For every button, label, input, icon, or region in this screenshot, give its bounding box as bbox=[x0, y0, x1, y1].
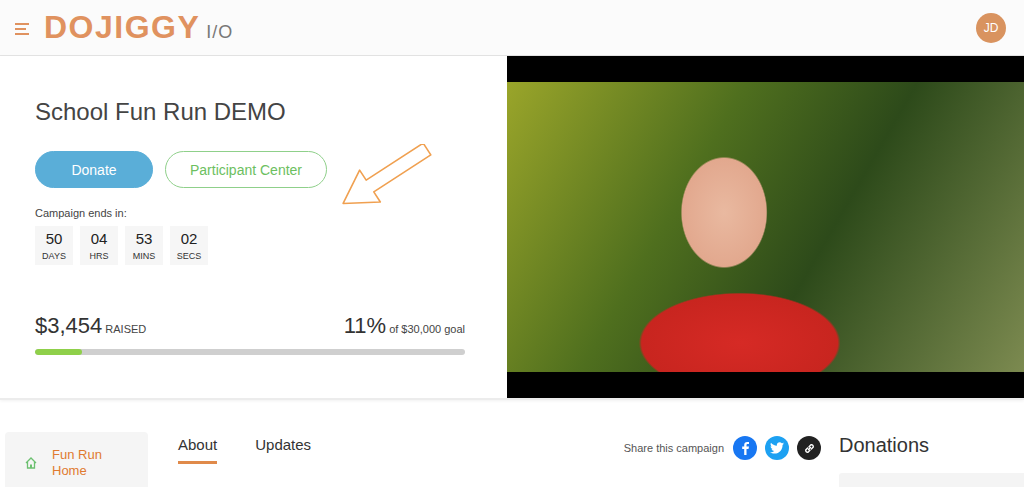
countdown-unit: 02SECS bbox=[170, 226, 208, 265]
facebook-icon bbox=[739, 441, 751, 455]
arrow-icon bbox=[322, 144, 432, 224]
campaign-media[interactable] bbox=[507, 56, 1024, 398]
tab[interactable]: Updates bbox=[255, 436, 311, 464]
goal-percent: 11%of $30,000 goal bbox=[344, 313, 465, 339]
raised-amount: $3,454RAISED bbox=[35, 313, 146, 339]
fundraising-stats: $3,454RAISED 11%of $30,000 goal bbox=[35, 313, 465, 339]
campaign-hero: School Fun Run DEMO Donate Participant Cen… bbox=[0, 56, 1024, 400]
campaign-title: School Fun Run DEMO bbox=[35, 98, 465, 126]
campaign-details: Fun Run Home About Updates Share this campa… bbox=[0, 400, 1024, 487]
campaign-page: DOJIGGY I/O JD School Fun Run DEMO Donate Par… bbox=[0, 0, 1024, 487]
countdown-unit: 04HRS bbox=[80, 226, 118, 265]
donations-title: Donations bbox=[839, 434, 1024, 457]
donations-panel: Donations bbox=[839, 432, 1024, 487]
logo-text: DOJIGGY bbox=[44, 9, 200, 46]
share-label: Share this campaign bbox=[624, 442, 724, 454]
top-bar: DOJIGGY I/O JD bbox=[0, 0, 1024, 56]
participant-center-button[interactable]: Participant Center bbox=[165, 151, 327, 188]
countdown-unit: 53MINS bbox=[125, 226, 163, 265]
user-avatar[interactable]: JD bbox=[976, 13, 1006, 43]
facebook-share-button[interactable] bbox=[733, 436, 757, 460]
link-share-button[interactable] bbox=[797, 436, 821, 460]
twitter-share-button[interactable] bbox=[765, 436, 789, 460]
tab[interactable]: About bbox=[178, 436, 217, 464]
bird-icon bbox=[770, 442, 784, 454]
menu-icon[interactable] bbox=[15, 22, 33, 36]
campaign-photo bbox=[507, 82, 1024, 372]
countdown: 50DAYS04HRS53MINS02SECS bbox=[35, 226, 465, 265]
content-tabs-bar: About Updates Share this campaign bbox=[148, 432, 839, 487]
countdown-unit: 50DAYS bbox=[35, 226, 73, 265]
campaign-summary: School Fun Run DEMO Donate Participant Cen… bbox=[0, 56, 507, 398]
donate-button[interactable]: Donate bbox=[35, 151, 153, 188]
logo[interactable]: DOJIGGY I/O bbox=[44, 9, 233, 46]
link-icon bbox=[803, 442, 816, 455]
progress-fill bbox=[35, 349, 82, 355]
logo-suffix: I/O bbox=[206, 22, 233, 43]
sidebar-item[interactable]: Fun Run Home bbox=[5, 432, 148, 487]
home-icon bbox=[24, 456, 38, 470]
progress-bar bbox=[35, 349, 465, 355]
tabs: About Updates bbox=[178, 436, 311, 464]
share-bar: Share this campaign bbox=[624, 436, 821, 460]
countdown-label: Campaign ends in: bbox=[35, 207, 465, 219]
donation-list bbox=[839, 473, 1024, 487]
